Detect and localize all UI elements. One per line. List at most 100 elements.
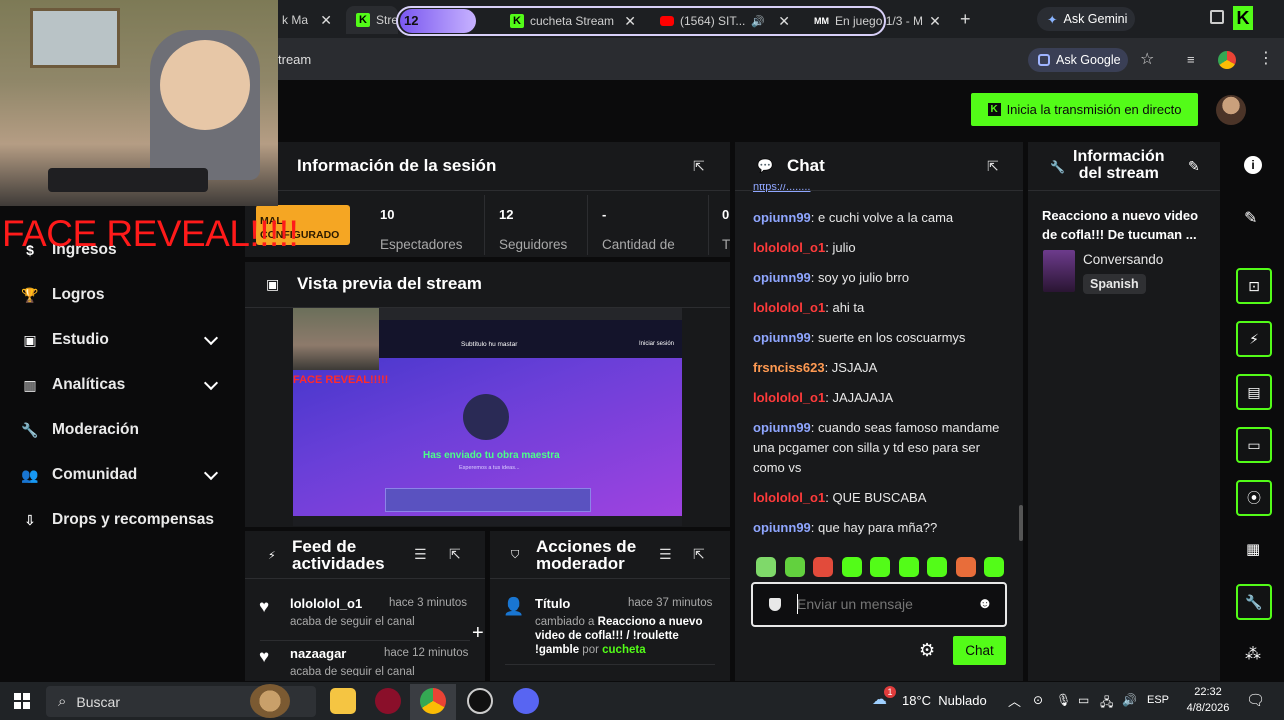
chat-username[interactable]: lolololol_o1	[753, 240, 825, 255]
chat-username[interactable]: frsnciss623	[753, 360, 825, 375]
tray-network-icon[interactable]: 🖧	[1100, 693, 1113, 714]
filter-icon[interactable]: ☰	[414, 546, 427, 563]
url-text[interactable]: tream	[278, 52, 311, 67]
layout-icon[interactable]: ▦	[1246, 540, 1260, 558]
browser-menu-icon[interactable]: ⋮	[1258, 48, 1274, 68]
sidebar-item-comunidad[interactable]: 👥 Comunidad	[21, 463, 222, 487]
category-name[interactable]: Conversando	[1083, 252, 1163, 267]
preview-webcam-overlay	[293, 308, 379, 370]
tray-mic-icon[interactable]: 🎙	[1056, 693, 1071, 707]
browser-tab[interactable]: (1564) SIT... 🔊 ✕	[650, 7, 800, 35]
windows-start-icon[interactable]	[14, 693, 30, 709]
sidebar-item-estudio[interactable]: ▣ Estudio	[22, 328, 222, 352]
browser-tab-active[interactable]: K Strea	[346, 6, 398, 34]
chat-username[interactable]: opiunn99	[753, 270, 811, 285]
chat-input-box[interactable]: ☻	[751, 582, 1007, 627]
popout-icon[interactable]: ⇱	[693, 546, 707, 562]
emote-icon[interactable]	[870, 557, 890, 577]
emote-icon[interactable]	[756, 557, 776, 577]
emote-icon[interactable]	[898, 557, 919, 577]
kick-extension-icon[interactable]: K	[1233, 6, 1253, 30]
feed-user[interactable]: nazaagar	[290, 646, 346, 661]
go-live-button[interactable]: K Inicia la transmisión en directo	[971, 93, 1198, 126]
sidebar-item-label: Logros	[52, 286, 105, 303]
chat-username[interactable]: opiunn99	[753, 520, 811, 535]
wrench-icon[interactable]: 🔧	[1236, 584, 1272, 620]
chat-scrollbar[interactable]	[1019, 505, 1023, 541]
chat-username[interactable]: opiunn99	[753, 210, 811, 225]
clock-time[interactable]: 22:32	[1188, 686, 1228, 698]
weather-text[interactable]: 18°C Nublado	[902, 693, 987, 708]
file-explorer-icon[interactable]	[330, 688, 356, 714]
close-tab-icon[interactable]: ✕	[320, 12, 332, 29]
tray-language[interactable]: ESP	[1147, 694, 1169, 706]
lightning-icon[interactable]: ⚡	[1236, 321, 1272, 357]
chat-send-button[interactable]: Chat	[953, 636, 1006, 665]
emote-icon[interactable]	[784, 557, 805, 577]
popout-icon[interactable]: ⇱	[449, 546, 463, 562]
divider	[490, 578, 730, 579]
discord-icon[interactable]	[513, 688, 539, 714]
edit-pencil-icon[interactable]: ✎	[1188, 158, 1200, 175]
document-icon[interactable]: ▤	[1236, 374, 1272, 410]
emote-icon[interactable]	[841, 557, 862, 577]
info-icon[interactable]: i	[1244, 156, 1262, 174]
tray-volume-icon[interactable]: 🔊	[1122, 693, 1137, 707]
opera-icon[interactable]	[375, 688, 401, 714]
chat-settings-gear-icon[interactable]: ⚙	[919, 640, 935, 661]
chat-username[interactable]: opiunn99	[753, 330, 811, 345]
preview-bottom-card	[385, 488, 591, 512]
mod-action-user[interactable]: cucheta	[602, 644, 645, 656]
chat-username[interactable]: lolololol_o1	[753, 490, 825, 505]
owl-widget-icon[interactable]	[250, 684, 290, 718]
edit-pencil-icon[interactable]: ✎	[1244, 208, 1257, 228]
tray-monitor-icon[interactable]: ▭	[1078, 693, 1089, 707]
chat-message-input[interactable]	[797, 592, 967, 616]
browser-tab[interactable]: MM En juego 1/3 - M ✕	[804, 7, 944, 35]
chrome-icon[interactable]	[420, 688, 446, 714]
broadcast-icon[interactable]: ⦿	[1236, 480, 1272, 516]
chat-bubble-icon[interactable]: ▭	[1236, 427, 1272, 463]
new-tab-icon[interactable]: +	[960, 9, 971, 30]
camera-focus-icon[interactable]: ⊡	[1236, 268, 1272, 304]
close-tab-icon[interactable]: ✕	[778, 13, 790, 30]
language-tag[interactable]: Spanish	[1083, 274, 1146, 294]
emote-icon[interactable]	[955, 557, 976, 577]
user-avatar[interactable]	[1216, 95, 1246, 125]
ask-google-button[interactable]: Ask Google	[1028, 48, 1128, 72]
filter-icon[interactable]: ☰	[659, 546, 672, 563]
ask-gemini-button[interactable]: ✦ Ask Gemini	[1037, 7, 1135, 31]
chrome-profile-icon[interactable]	[1218, 51, 1236, 69]
popout-icon[interactable]: ⇱	[987, 158, 1001, 174]
restore-window-icon[interactable]	[1210, 10, 1224, 24]
tray-chevron-icon[interactable]: ︿	[1008, 691, 1021, 710]
chat-username[interactable]: opiunn99	[753, 420, 811, 435]
close-tab-icon[interactable]: ✕	[929, 13, 941, 30]
popout-icon[interactable]: ⇱	[693, 158, 707, 174]
tab-group-badge[interactable]: 12	[400, 9, 476, 33]
sidebar-item-logros[interactable]: 🏆 Logros	[21, 283, 222, 307]
browser-tab[interactable]: K cucheta Stream ✕	[500, 7, 646, 35]
obs-icon[interactable]	[467, 688, 493, 714]
tray-record-icon[interactable]: ⊙	[1033, 693, 1043, 707]
reading-list-icon[interactable]: ≡	[1187, 52, 1195, 67]
chat-username[interactable]: lolololol_o1	[753, 390, 825, 405]
browser-tab[interactable]: k Ma ✕	[272, 6, 342, 34]
feed-user[interactable]: lolololol_o1	[290, 596, 362, 611]
sidebar-item-moderacion[interactable]: 🔧 Moderación	[21, 418, 222, 442]
close-tab-icon[interactable]: ✕	[624, 13, 636, 30]
emote-icon[interactable]	[927, 557, 947, 577]
category-thumbnail[interactable]	[1043, 250, 1075, 292]
emote-icon[interactable]	[984, 557, 1004, 577]
bookmark-star-icon[interactable]: ☆	[1140, 49, 1154, 69]
clock-date[interactable]: 4/8/2026	[1182, 702, 1234, 714]
notifications-icon[interactable]: 🗨	[1246, 691, 1265, 709]
chat-username[interactable]: lolololol_o1	[753, 300, 825, 315]
emoji-picker-icon[interactable]: ☻	[977, 595, 993, 612]
stream-preview-video[interactable]: Subtítulo hu mastar Iniciar sesión FACE …	[293, 308, 682, 526]
mod-action-pre: cambiado a	[535, 616, 595, 628]
sidebar-item-drops[interactable]: ⇩ Drops y recompensas	[22, 508, 252, 532]
emote-icon[interactable]	[813, 557, 833, 577]
nodes-icon[interactable]: ⁂	[1245, 644, 1261, 664]
sidebar-item-analiticas[interactable]: ▥ Analíticas	[22, 373, 222, 397]
